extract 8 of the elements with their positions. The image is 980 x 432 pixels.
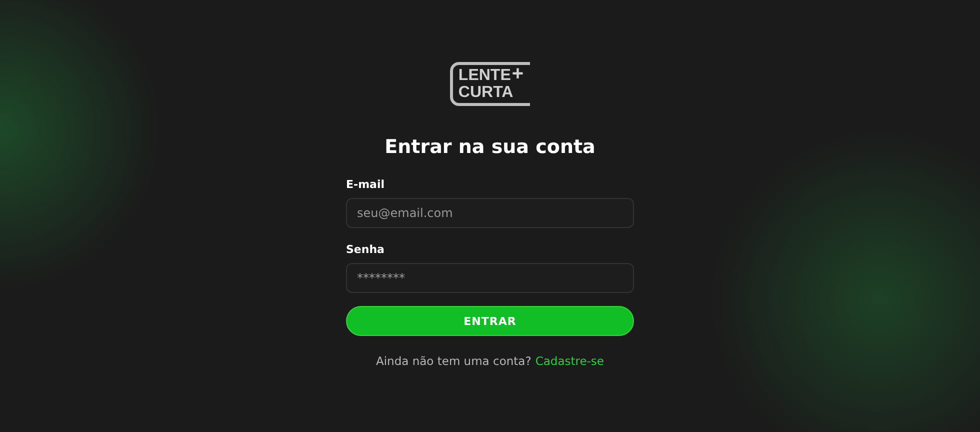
field-label: E-mail — [346, 178, 385, 191]
logo: LENTE+ CURTA — [450, 62, 530, 106]
field-label: Senha — [346, 243, 384, 256]
input-field[interactable]: ******** — [346, 263, 634, 293]
page-title: Entrar na sua conta — [384, 136, 596, 158]
input-field[interactable]: seu@email.com — [346, 198, 634, 228]
signup-prompt: Ainda não tem uma conta? — [376, 354, 532, 368]
signup-link[interactable]: Cadastre-se — [535, 354, 604, 368]
